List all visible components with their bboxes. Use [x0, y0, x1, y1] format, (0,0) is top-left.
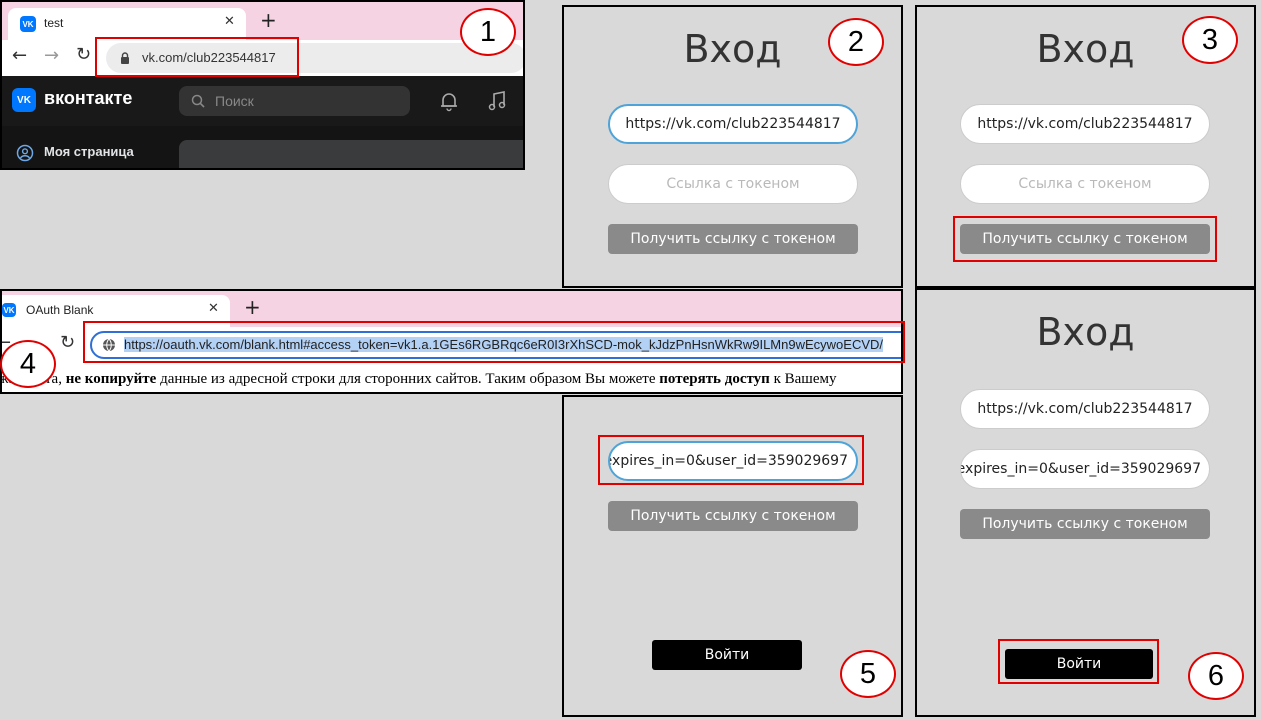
new-tab-icon[interactable]: +	[244, 295, 261, 319]
step-number-6: 6	[1188, 652, 1244, 700]
step-number-4: 4	[0, 340, 56, 388]
highlight-login-button	[998, 639, 1159, 684]
vk-logo-icon[interactable]: VK	[12, 88, 36, 112]
highlight-url-bar	[95, 37, 299, 77]
group-link-input[interactable]: https://vk.com/club223544817	[960, 104, 1210, 144]
tab-test[interactable]: VK test ✕	[8, 8, 246, 40]
reload-icon[interactable]: ↻	[76, 44, 91, 65]
vk-brand-name: вконтакте	[44, 88, 133, 108]
screenshot-vk-club-page: VK test ✕ + ← → ↻ vk.com/club223544817 V…	[0, 0, 525, 170]
vk-favicon-icon: VK	[2, 303, 16, 317]
new-tab-icon[interactable]: +	[260, 8, 277, 32]
reload-icon[interactable]: ↻	[60, 332, 75, 353]
step-number-1: 1	[460, 8, 516, 56]
close-tab-icon[interactable]: ✕	[224, 14, 235, 29]
back-icon[interactable]: ←	[12, 45, 27, 66]
tab-strip: VK test ✕ +	[2, 2, 523, 40]
group-link-input[interactable]: https://vk.com/club223544817	[960, 389, 1210, 429]
step-number-2: 2	[828, 18, 884, 66]
token-link-input[interactable]: Ссылка с токеном	[608, 164, 858, 204]
security-warning-text: жалуйста, не копируйте данные из адресно…	[2, 371, 837, 388]
nav-item-my-page[interactable]: Моя страница	[44, 144, 134, 159]
warning-bold-do-not-copy: не копируйте	[65, 371, 157, 387]
step-number-3: 3	[1182, 16, 1238, 64]
get-token-link-button[interactable]: Получить ссылку с токеном	[608, 224, 858, 254]
tab-title: OAuth Blank	[26, 303, 94, 317]
warning-bold-lose-access: потерять доступ	[659, 371, 770, 387]
content-card	[179, 140, 523, 168]
search-placeholder: Поиск	[215, 93, 254, 109]
token-link-input[interactable]: &expires_in=0&user_id=359029697	[960, 449, 1210, 489]
warning-text-end: к Вашему	[769, 371, 837, 387]
highlight-token-input	[598, 435, 864, 485]
forward-icon[interactable]: →	[44, 45, 59, 66]
vk-body: Моя страница	[2, 126, 523, 168]
token-link-value: &expires_in=0&user_id=359029697	[960, 461, 1201, 477]
get-token-link-button[interactable]: Получить ссылку с токеном	[960, 509, 1210, 539]
music-icon[interactable]	[486, 90, 508, 112]
step-number-5: 5	[840, 650, 896, 698]
search-icon	[191, 94, 205, 108]
vk-favicon-icon: VK	[20, 16, 36, 32]
login-title: Вход	[1036, 310, 1135, 354]
group-link-input[interactable]: https://vk.com/club223544817	[608, 104, 858, 144]
highlight-get-token-button	[953, 216, 1217, 262]
get-token-link-button[interactable]: Получить ссылку с токеном	[608, 501, 858, 531]
login-button[interactable]: Войти	[652, 640, 802, 670]
vk-search-input[interactable]: Поиск	[179, 86, 410, 116]
warning-text-middle: данные из адресной строки для сторонних …	[156, 371, 660, 387]
close-tab-icon[interactable]: ✕	[208, 301, 219, 316]
tab-title: test	[44, 16, 64, 30]
vk-header: VK вконтакте Поиск	[2, 76, 523, 126]
token-link-input[interactable]: Ссылка с токеном	[960, 164, 1210, 204]
profile-icon	[16, 144, 34, 162]
highlight-oauth-url	[83, 321, 905, 363]
bell-icon[interactable]	[438, 90, 460, 112]
